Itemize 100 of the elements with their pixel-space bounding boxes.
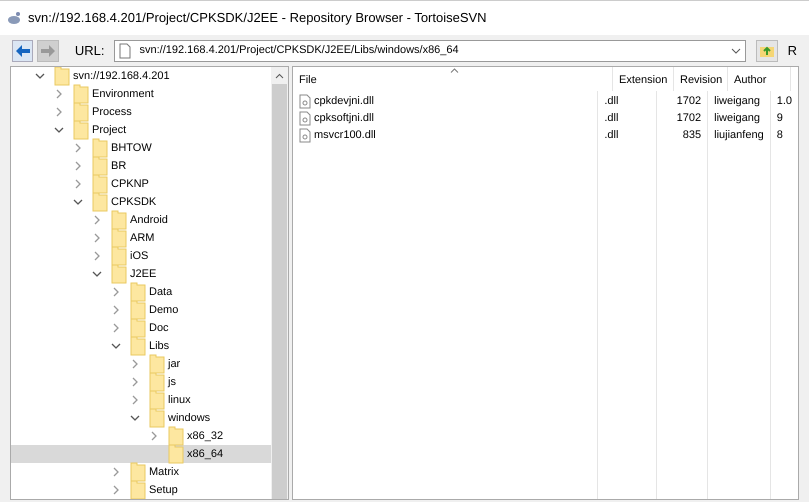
scrollbar-thumb[interactable] [272,84,287,499]
file-icon [299,111,311,126]
up-folder-button[interactable] [756,40,778,62]
forward-button[interactable] [37,40,59,62]
tree-item-label: J2EE [130,266,156,282]
table-cell-text: 835 [682,128,702,144]
tree-item-label: Libs [149,338,170,354]
chevron-down-icon[interactable] [111,341,121,351]
arrow-right-icon [41,44,56,56]
url-combobox[interactable]: svn://192.168.4.201/Project/CPKSDK/J2EE/Libs/windows/x86_64 [114,40,746,62]
document-icon [119,42,132,58]
tree-item-label: Android [130,212,168,228]
tree-item[interactable]: iOS [11,247,271,265]
tree-item[interactable]: Doc [11,319,271,337]
tree-item-label: js [168,374,176,390]
column-header[interactable]: File [293,67,613,91]
tree-item[interactable]: windows [11,409,271,427]
tree-item[interactable]: Data [11,283,271,301]
folder-icon [168,444,184,464]
tree-item[interactable]: linux [11,391,271,409]
tree-item-label: Process [92,104,132,120]
tree-item-label: jar [168,356,180,372]
chevron-up-icon [275,72,284,78]
folder-icon [149,390,165,410]
table-cell-text: 1702 [676,94,702,110]
folder-icon [130,480,146,499]
chevron-down-icon [731,46,742,54]
folder-icon [73,84,89,104]
tree-item[interactable]: Libs [11,337,271,355]
tree-item[interactable]: CPKSDK [11,193,271,211]
folder-icon [130,462,146,482]
back-button[interactable] [12,40,34,62]
column-header[interactable]: Author [728,67,791,91]
tree-item[interactable]: Demo [11,301,271,319]
column-header[interactable]: Revision [674,67,728,91]
tree-item[interactable]: Process [11,103,271,121]
chevron-down-icon[interactable] [54,125,64,135]
tree-item[interactable]: x86_32 [11,427,271,445]
tree-item[interactable]: CPKNP [11,175,271,193]
folder-icon [92,156,108,176]
folder-icon [168,426,184,446]
folder-icon [92,174,108,194]
folder-icon [130,318,146,338]
tree-item[interactable]: Project [11,121,271,139]
tree-item[interactable]: BR [11,157,271,175]
table-cell-text: 8 [776,128,784,144]
tree-item[interactable]: Setup [11,481,271,499]
tree-item-label: Project [92,122,126,138]
tree-item[interactable]: x86_64 [11,445,271,463]
folder-icon [111,264,127,284]
tree-item-label: BHTOW [111,140,152,156]
chevron-right-icon[interactable] [149,431,159,441]
chevron-down-icon[interactable] [35,71,45,81]
tree-item[interactable]: BHTOW [11,139,271,157]
folder-icon [73,120,89,140]
tree-item[interactable]: Matrix [11,463,271,481]
file-icon [299,94,311,109]
tree-item[interactable]: Android [11,211,271,229]
tree-item-label: ARM [130,230,154,246]
chevron-down-icon[interactable] [73,197,83,207]
tree-item[interactable]: jar [11,355,271,373]
chevron-down-icon[interactable] [92,269,102,279]
tree-item[interactable]: svn://192.168.4.201 [11,67,271,85]
tree-item-label: CPKNP [111,176,149,192]
folder-icon [111,210,127,230]
tree-item-label: iOS [130,248,148,264]
folder-icon [149,354,165,374]
tree-item-label: linux [168,392,191,408]
table-cell-text: .dll [603,111,620,126]
tree-item-label: BR [111,158,126,174]
folder-icon [130,336,146,356]
url-label: URL: [74,42,104,60]
folder-icon [92,138,108,158]
tree-item-label: Data [149,284,172,300]
tree-item-label: svn://192.168.4.201 [73,68,170,84]
tree-item-label: Doc [149,320,169,336]
chevron-down-icon[interactable] [130,413,140,423]
folder-icon [149,408,165,428]
window-title: svn://192.168.4.201/Project/CPKSDK/J2EE - Repository Browser - TortoiseSVN [28,9,487,28]
column-header[interactable]: Extension [613,67,674,91]
table-cell-text: 1702 [676,111,702,126]
arrow-left-icon [16,44,30,56]
folder-icon [111,246,127,266]
tree-item[interactable]: Environment [11,85,271,103]
url-value: svn://192.168.4.201/Project/CPKSDK/J2EE/Libs/windows/x86_64 [139,43,460,58]
folder-icon [149,372,165,392]
file-icon [299,128,311,143]
table-cell: cpkdevjni.dll [293,93,598,110]
scrollbar[interactable] [271,67,288,499]
toolbar-button-label[interactable]: R [788,40,797,60]
table-cell-text: 9 [776,111,784,126]
tree-item-label: x86_64 [187,446,224,462]
folder-icon [111,228,127,248]
tree-item[interactable]: js [11,373,271,391]
tree-item-label: CPKSDK [111,194,156,210]
tree-item[interactable]: J2EE [11,265,271,283]
tree-item-label: Environment [92,86,154,102]
tree-item-label: Matrix [149,464,179,480]
tree-item[interactable]: ARM [11,229,271,247]
folder-icon [73,102,89,122]
